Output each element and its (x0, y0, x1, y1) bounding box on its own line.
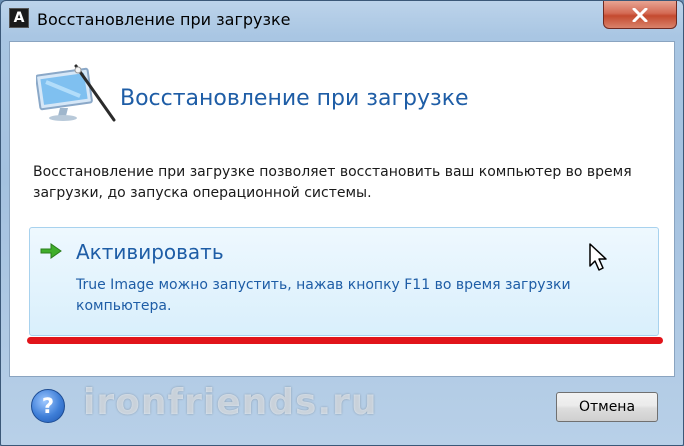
dialog-window: A Восстановление при загрузке Восстановл… (0, 0, 684, 446)
watermark-text: ironfriends.ru (83, 382, 378, 423)
close-button[interactable] (603, 1, 677, 29)
page-title: Восстановление при загрузке (120, 86, 469, 111)
activate-option[interactable]: Активировать True Image можно запустить,… (29, 227, 659, 336)
description-text: Восстановление при загрузке позволяет во… (33, 164, 632, 201)
highlight-underline (27, 337, 663, 344)
mouse-cursor-icon (589, 243, 607, 271)
help-icon[interactable]: ? (31, 389, 65, 423)
green-arrow-icon (40, 243, 62, 259)
dialog-content: Восстановление при загрузке Восстановлен… (9, 41, 675, 377)
title-bar[interactable]: A Восстановление при загрузке (1, 1, 683, 41)
computer-wand-icon (36, 64, 116, 122)
cancel-button[interactable]: Отмена (556, 392, 658, 422)
window-title: Восстановление при загрузке (37, 10, 291, 29)
app-icon: A (9, 8, 29, 28)
close-icon (632, 7, 648, 22)
activate-description: True Image можно запустить, нажав кнопку… (76, 277, 571, 314)
activate-title: Активировать (76, 240, 224, 264)
